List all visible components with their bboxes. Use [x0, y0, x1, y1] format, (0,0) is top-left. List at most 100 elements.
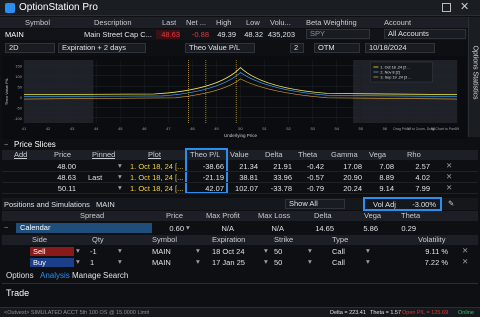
leg-row[interactable]: Sell -1 MAIN 18 Oct 24 50 Call 9.11 % ▾ ▾ ▾ ▾ ▾ ▾ ✕	[2, 246, 478, 257]
date-select[interactable]: 10/18/2024	[365, 43, 435, 53]
options-statistics-tab[interactable]: Options Statistics	[468, 17, 480, 137]
edit-icon[interactable]: ✎	[448, 199, 454, 208]
symbol-input[interactable]: MAIN	[5, 30, 79, 39]
col-price[interactable]: Price	[54, 150, 71, 159]
beta-select[interactable]: SPY	[306, 29, 370, 39]
slice-plot[interactable]: 1. Oct 18, 24 [...	[130, 162, 186, 171]
col-low[interactable]: Low	[246, 18, 260, 27]
leg-side[interactable]: Buy	[30, 258, 74, 267]
col-expiration[interactable]: Expiration	[212, 235, 245, 244]
symbol-dropdown-icon[interactable]: ▾	[196, 246, 200, 255]
col-qty[interactable]: Qty	[92, 235, 104, 244]
show-filter-select[interactable]: Show All	[285, 199, 345, 209]
days-select[interactable]: 2D	[5, 43, 55, 53]
expand-icon[interactable]: −	[4, 223, 8, 232]
col-leg-symbol[interactable]: Symbol	[152, 235, 177, 244]
col-value[interactable]: Value	[230, 150, 249, 159]
remove-leg-icon[interactable]: ✕	[462, 257, 468, 266]
price-dropdown-icon[interactable]: ▾	[186, 223, 190, 232]
type-dropdown-icon[interactable]: ▾	[366, 246, 370, 255]
expiration-select[interactable]: Expiration + 2 days	[58, 43, 146, 53]
leg-row[interactable]: Buy 1 MAIN 17 Jan 25 50 Call 7.22 % ▾ ▾ ▾ ▾ ▾ ▾ ✕	[2, 257, 478, 268]
remove-leg-icon[interactable]: ✕	[462, 246, 468, 255]
spread-row[interactable]: − Calendar 0.60 ▾ N/A N/A 14.65 5.86 0.2…	[2, 223, 478, 234]
col-plot[interactable]: Plot	[148, 150, 161, 159]
col-spread-vega[interactable]: Vega	[364, 211, 381, 220]
leg-qty[interactable]: 1	[90, 258, 120, 267]
price-slice-row[interactable]: 50.11 1. Oct 18, 24 [... 42.07 102.07 -33.78…	[2, 183, 478, 194]
expiration-dropdown-icon[interactable]: ▾	[264, 246, 268, 255]
col-volume[interactable]: Volu...	[270, 18, 291, 27]
leg-side[interactable]: Sell	[30, 247, 74, 256]
slice-price[interactable]: 48.00	[38, 162, 76, 171]
trade-section-title[interactable]: Trade	[6, 288, 29, 298]
maximize-icon[interactable]	[442, 3, 451, 12]
strike-dropdown-icon[interactable]: ▾	[308, 257, 312, 266]
leg-strike[interactable]: 50	[274, 258, 304, 267]
col-vega[interactable]: Vega	[369, 150, 386, 159]
col-beta[interactable]: Beta Weighting	[306, 18, 357, 27]
col-strike[interactable]: Strike	[274, 235, 293, 244]
price-slice-row[interactable]: 48.63 Last 1. Oct 18, 24 [... -21.19 38.81 33…	[2, 172, 478, 183]
leg-symbol[interactable]: MAIN	[152, 258, 192, 267]
col-last[interactable]: Last	[162, 18, 176, 27]
col-max-profit[interactable]: Max Profit	[206, 211, 240, 220]
col-volatility[interactable]: Volatility	[418, 235, 446, 244]
col-max-loss[interactable]: Max Loss	[258, 211, 290, 220]
qty-stepper-icon[interactable]: ▾	[118, 246, 122, 255]
expiration-dropdown-icon[interactable]: ▾	[264, 257, 268, 266]
remove-slice-icon[interactable]: ✕	[446, 161, 452, 170]
slice-price[interactable]: 50.11	[38, 184, 76, 193]
leg-type[interactable]: Call	[332, 247, 362, 256]
leg-qty[interactable]: -1	[90, 247, 120, 256]
col-rho[interactable]: Rho	[407, 150, 421, 159]
pinned-dropdown-icon[interactable]: ▾	[118, 183, 122, 192]
col-spread[interactable]: Spread	[80, 211, 104, 220]
tab-search[interactable]: Search	[103, 271, 128, 280]
col-description[interactable]: Description	[94, 18, 132, 27]
leg-expiration[interactable]: 17 Jan 25	[212, 258, 262, 267]
symbol-dropdown-icon[interactable]: ▾	[196, 257, 200, 266]
col-theta[interactable]: Theta	[298, 150, 317, 159]
qty-stepper-icon[interactable]: ▾	[118, 257, 122, 266]
remove-slice-icon[interactable]: ✕	[446, 172, 452, 181]
slice-pinned[interactable]: Last	[88, 173, 116, 182]
count-select[interactable]: 2	[290, 43, 304, 53]
pinned-dropdown-icon[interactable]: ▾	[118, 172, 122, 181]
col-net[interactable]: Net ...	[186, 18, 206, 27]
col-spread-theta[interactable]: Theta	[401, 211, 420, 220]
col-spread-price[interactable]: Price	[166, 211, 183, 220]
slice-plot[interactable]: 1. Oct 18, 24 [...	[130, 173, 186, 182]
col-gamma[interactable]: Gamma	[331, 150, 358, 159]
col-spread-delta[interactable]: Delta	[314, 211, 332, 220]
col-symbol[interactable]: Symbol	[25, 18, 50, 27]
tab-manage[interactable]: Manage	[72, 271, 101, 280]
tab-options[interactable]: Options	[6, 271, 34, 280]
collapse-icon[interactable]: −	[4, 140, 8, 149]
col-account[interactable]: Account	[384, 18, 411, 27]
side-dropdown-icon[interactable]: ▾	[76, 257, 80, 266]
col-type[interactable]: Type	[332, 235, 348, 244]
col-add[interactable]: Add	[14, 150, 27, 159]
side-dropdown-icon[interactable]: ▾	[76, 246, 80, 255]
slice-price[interactable]: 48.63	[38, 173, 76, 182]
strike-dropdown-icon[interactable]: ▾	[308, 246, 312, 255]
leg-type[interactable]: Call	[332, 258, 362, 267]
otm-select[interactable]: OTM	[314, 43, 360, 53]
col-side[interactable]: Side	[32, 235, 47, 244]
account-select[interactable]: All Accounts	[384, 29, 466, 39]
col-pinned[interactable]: Pinned	[92, 150, 115, 159]
leg-strike[interactable]: 50	[274, 247, 304, 256]
col-high[interactable]: High	[216, 18, 231, 27]
price-slice-row[interactable]: 48.00 1. Oct 18, 24 [... -38.66 21.34 21.91 -…	[2, 161, 478, 172]
close-icon[interactable]: ✕	[460, 0, 469, 13]
leg-expiration[interactable]: 18 Oct 24	[212, 247, 262, 256]
pl-graph[interactable]: 150 100 50 0 -50 -100 41 42 43 44 45 46 47 48 49 50 51 52…	[2, 56, 467, 139]
theo-select[interactable]: Theo Value P/L	[185, 43, 255, 53]
spread-name[interactable]: Calendar	[16, 223, 152, 233]
leg-symbol[interactable]: MAIN	[152, 247, 192, 256]
pl-graph-svg[interactable]: 150 100 50 0 -50 -100 41 42 43 44 45 46 47 48 49 50 51 52…	[2, 56, 467, 139]
tab-analysis[interactable]: Analysis	[40, 271, 70, 280]
pinned-dropdown-icon[interactable]: ▾	[118, 161, 122, 170]
slice-plot[interactable]: 1. Oct 18, 24 [...	[130, 184, 186, 193]
